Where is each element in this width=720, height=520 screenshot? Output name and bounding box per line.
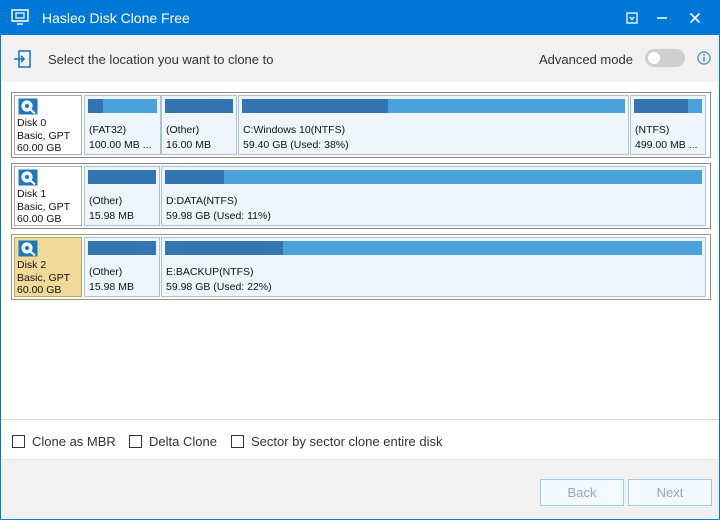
partition-fat32[interactable]: (FAT32) 100.00 MB ... bbox=[84, 95, 161, 155]
disk-type: Basic, GPT bbox=[17, 129, 71, 142]
disk-size: 60.00 GB bbox=[17, 142, 62, 154]
disk-name: Disk 1 bbox=[17, 188, 47, 200]
partition-capacity-bar bbox=[634, 99, 702, 113]
disk-info[interactable]: Disk 2 Basic, GPT 60.00 GB bbox=[14, 237, 82, 297]
partition-capacity-bar bbox=[242, 99, 625, 113]
partition-used-bar bbox=[88, 170, 156, 184]
disk-name: Disk 2 bbox=[17, 259, 47, 271]
disk-details: Disk 2 Basic, GPT 60.00 GB bbox=[17, 259, 70, 297]
window-title: Hasleo Disk Clone Free bbox=[42, 10, 190, 26]
wizard-footer: Back Next bbox=[1, 459, 719, 519]
partition-other[interactable]: (Other) 15.98 MB bbox=[84, 166, 160, 226]
partition-size: 16.00 MB bbox=[166, 139, 211, 151]
partition-d-data[interactable]: D:DATA(NTFS) 59.98 GB (Used: 11%) bbox=[161, 166, 706, 226]
close-icon bbox=[689, 12, 701, 24]
partition-e-backup[interactable]: E:BACKUP(NTFS) 59.98 GB (Used: 22%) bbox=[161, 237, 706, 297]
partition-size: 15.98 MB bbox=[89, 210, 134, 222]
partition-label: (Other) bbox=[166, 124, 200, 136]
back-button[interactable]: Back bbox=[540, 479, 624, 506]
partition-size: 15.98 MB bbox=[89, 281, 134, 293]
disk-details: Disk 1 Basic, GPT 60.00 GB bbox=[17, 188, 70, 226]
partition-capacity-bar bbox=[88, 99, 157, 113]
clone-as-mbr-label: Clone as MBR bbox=[32, 434, 116, 449]
partition-used-bar bbox=[88, 241, 156, 255]
disk-info[interactable]: Disk 0 Basic, GPT 60.00 GB bbox=[14, 95, 82, 155]
delta-clone-label: Delta Clone bbox=[149, 434, 217, 449]
partition-label: (Other) bbox=[89, 266, 123, 278]
partition-capacity-bar bbox=[88, 170, 156, 184]
advanced-mode-toggle[interactable] bbox=[645, 49, 685, 67]
disk-row-1[interactable]: Disk 1 Basic, GPT 60.00 GB (Other) 15.98… bbox=[11, 163, 711, 229]
clone-as-mbr-checkbox[interactable] bbox=[12, 435, 25, 448]
disk-magnifier-icon bbox=[18, 169, 38, 186]
next-button[interactable]: Next bbox=[628, 479, 712, 506]
close-button[interactable] bbox=[683, 7, 707, 29]
partition-size: 59.98 GB (Used: 11%) bbox=[166, 210, 271, 222]
partition-label: (NTFS) bbox=[635, 124, 670, 136]
disk-name: Disk 0 bbox=[17, 117, 47, 129]
delta-clone-checkbox[interactable] bbox=[129, 435, 142, 448]
restore-icon bbox=[626, 12, 638, 24]
clone-as-mbr-option[interactable]: Clone as MBR bbox=[12, 434, 116, 449]
clone-options: Clone as MBR Delta Clone Sector by secto… bbox=[1, 419, 719, 460]
delta-clone-option[interactable]: Delta Clone bbox=[129, 434, 217, 449]
partition-size: 59.98 GB (Used: 22%) bbox=[166, 281, 272, 293]
partition-ntfs[interactable]: (NTFS) 499.00 MB ... bbox=[630, 95, 706, 155]
disk-row-2[interactable]: Disk 2 Basic, GPT 60.00 GB (Other) 15.98… bbox=[11, 234, 711, 300]
disk-size: 60.00 GB bbox=[17, 213, 62, 225]
sector-clone-option[interactable]: Sector by sector clone entire disk bbox=[231, 434, 442, 449]
advanced-mode-label: Advanced mode bbox=[539, 52, 633, 67]
disk-type: Basic, GPT bbox=[17, 271, 71, 284]
disk-size: 60.00 GB bbox=[17, 284, 62, 296]
partition-size: 100.00 MB ... bbox=[89, 139, 152, 151]
disk-info[interactable]: Disk 1 Basic, GPT 60.00 GB bbox=[14, 166, 82, 226]
restore-button[interactable] bbox=[620, 7, 644, 29]
toggle-knob bbox=[648, 52, 660, 64]
partition-c-windows[interactable]: C:Windows 10(NTFS) 59.40 GB (Used: 38%) bbox=[238, 95, 629, 155]
partition-label: D:DATA(NTFS) bbox=[166, 195, 238, 207]
partition-label: (Other) bbox=[89, 195, 123, 207]
partition-used-bar bbox=[165, 241, 284, 255]
disk-magnifier-icon bbox=[18, 240, 38, 257]
partition-other[interactable]: (Other) 16.00 MB bbox=[161, 95, 237, 155]
partition-used-bar bbox=[165, 99, 233, 113]
partition-used-bar bbox=[165, 170, 225, 184]
disk-type: Basic, GPT bbox=[17, 200, 71, 213]
minimize-button[interactable] bbox=[650, 7, 674, 29]
app-window: Hasleo Disk Clone Free Select the locati… bbox=[0, 0, 720, 520]
disk-row-0[interactable]: Disk 0 Basic, GPT 60.00 GB (FAT32) 100.0… bbox=[11, 92, 711, 158]
partition-used-bar bbox=[634, 99, 689, 113]
partition-label: E:BACKUP(NTFS) bbox=[166, 266, 254, 278]
minimize-icon bbox=[657, 17, 667, 19]
partition-size: 59.40 GB (Used: 38%) bbox=[243, 139, 349, 151]
clone-target-icon bbox=[14, 50, 31, 68]
partition-label: C:Windows 10(NTFS) bbox=[243, 124, 346, 136]
disk-details: Disk 0 Basic, GPT 60.00 GB bbox=[17, 117, 70, 155]
sector-clone-checkbox[interactable] bbox=[231, 435, 244, 448]
partition-other[interactable]: (Other) 15.98 MB bbox=[84, 237, 160, 297]
info-icon[interactable] bbox=[697, 51, 711, 65]
partition-size: 499.00 MB ... bbox=[635, 139, 698, 151]
monitor-clone-icon bbox=[11, 9, 29, 25]
partition-used-bar bbox=[88, 99, 104, 113]
partition-capacity-bar bbox=[165, 241, 702, 255]
partition-capacity-bar bbox=[165, 99, 233, 113]
title-bar: Hasleo Disk Clone Free bbox=[1, 1, 719, 35]
page-instruction: Select the location you want to clone to bbox=[48, 52, 274, 67]
partition-used-bar bbox=[242, 99, 388, 113]
partition-label: (FAT32) bbox=[89, 124, 127, 136]
sector-clone-label: Sector by sector clone entire disk bbox=[251, 434, 443, 449]
wizard-header: Select the location you want to clone to… bbox=[1, 35, 719, 82]
partition-capacity-bar bbox=[88, 241, 156, 255]
disk-magnifier-icon bbox=[18, 98, 38, 115]
partition-capacity-bar bbox=[165, 170, 702, 184]
